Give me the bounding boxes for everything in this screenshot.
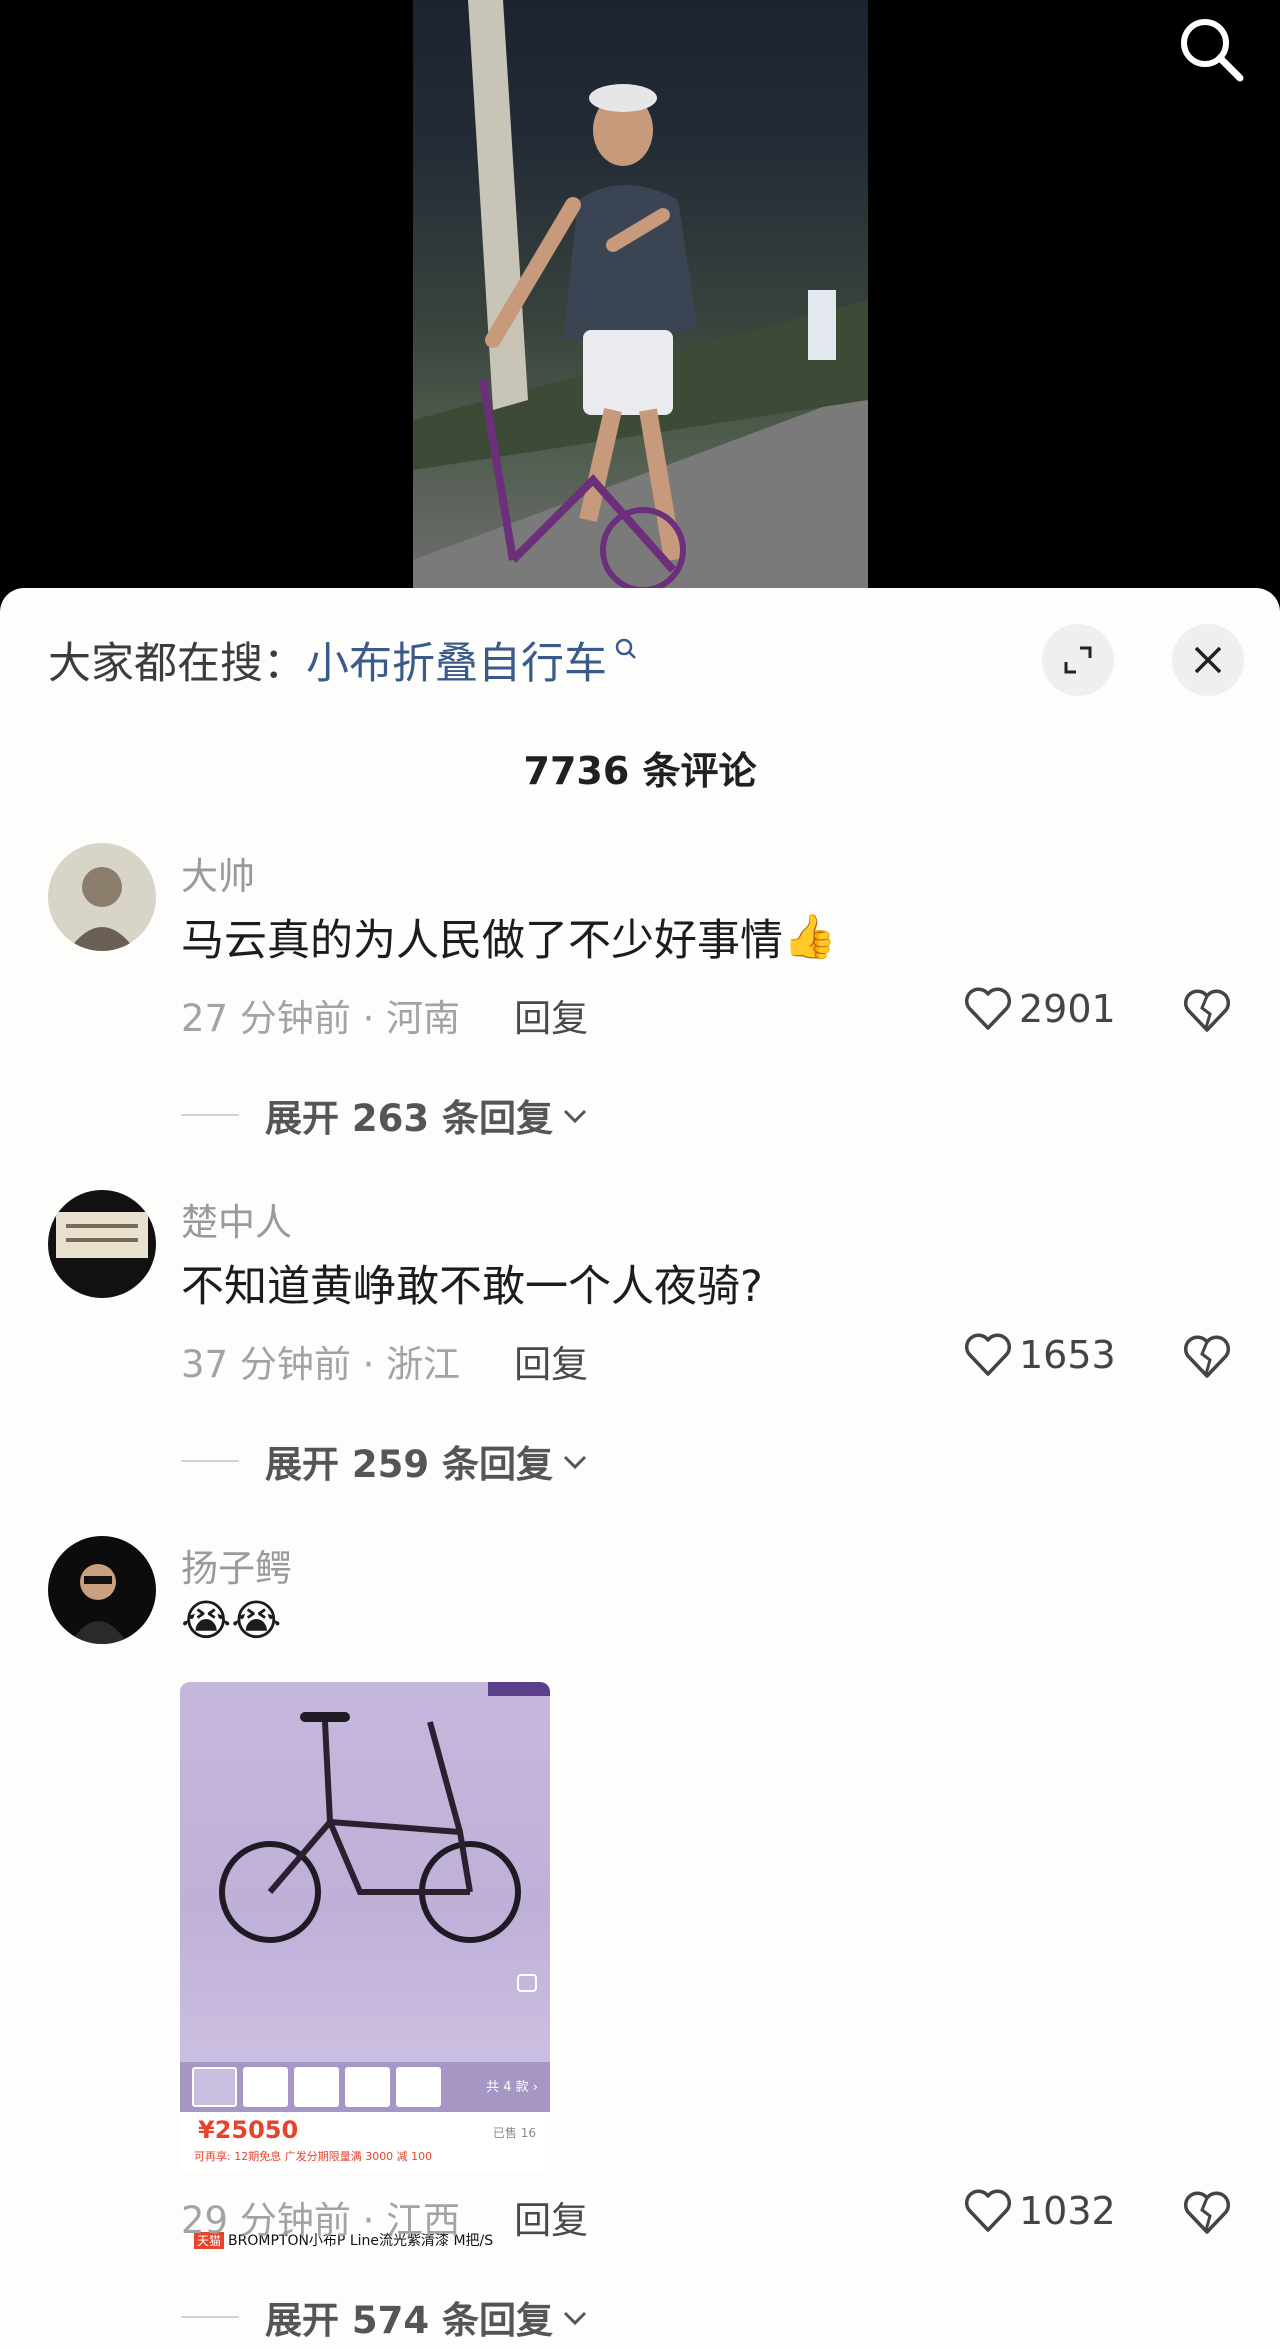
heart-icon xyxy=(964,2189,1012,2232)
reply-button[interactable]: 回复 xyxy=(514,988,588,1042)
broken-heart-icon xyxy=(1183,1335,1231,1378)
like-button[interactable]: 2901 xyxy=(963,986,1116,1032)
dislike-button[interactable] xyxy=(1182,2190,1232,2240)
like-count: 1653 xyxy=(1019,1333,1116,1377)
like-button[interactable]: 1032 xyxy=(963,2188,1116,2234)
product-promo: 可再享: 12期免息 广发分期限量满 3000 减 100 xyxy=(194,2150,433,2163)
product-thumbnail[interactable] xyxy=(294,2067,339,2107)
comment-text-body: 马云真的为人民做了不少好事情 xyxy=(181,916,783,966)
broken-heart-icon xyxy=(1183,2191,1231,2234)
comment-time-location: 27 分钟前 · 河南 xyxy=(181,997,461,1040)
expand-replies-label: 展开 259 条回复 xyxy=(265,1443,553,1486)
dislike-button[interactable] xyxy=(1182,1334,1232,1384)
thumbs-up-emoji: 👍 xyxy=(783,912,837,962)
comment-text: 不知道黄峥敢不敢一个人夜骑? xyxy=(181,1262,763,1312)
close-icon xyxy=(1194,646,1222,674)
comment-text: 马云真的为人民做了不少好事情 👍 xyxy=(181,906,837,968)
avatar[interactable] xyxy=(48,843,156,951)
product-price: ¥25050 xyxy=(198,2116,299,2144)
product-info: ¥25050 已售 16 可再享: 12期免息 广发分期限量满 3000 减 1… xyxy=(180,2112,550,2172)
comment-meta: 29 分钟前 · 江西 回复 xyxy=(181,2190,588,2244)
product-variant-count: 共 4 款 › xyxy=(486,2080,538,2095)
product-thumbnail[interactable] xyxy=(396,2067,441,2107)
like-count: 2901 xyxy=(1019,987,1116,1031)
like-button[interactable]: 1653 xyxy=(963,1332,1116,1378)
divider-line xyxy=(181,1114,239,1116)
heart-icon xyxy=(964,1333,1012,1376)
folding-bike-image xyxy=(219,1682,550,1992)
search-icon xyxy=(1181,19,1244,82)
search-suggestion-prefix: 大家都在搜： xyxy=(48,639,306,689)
chevron-down-icon xyxy=(563,1109,587,1124)
avatar[interactable] xyxy=(48,1190,156,1298)
comment-text: 😭😭 xyxy=(181,1596,282,1646)
divider-line xyxy=(181,1460,239,1462)
broken-heart-icon xyxy=(1183,989,1231,1032)
avatar[interactable] xyxy=(48,1536,156,1644)
divider-line xyxy=(181,2316,239,2318)
like-count: 1032 xyxy=(1019,2189,1116,2233)
comment-time-location: 29 分钟前 · 江西 xyxy=(181,2199,461,2242)
expand-replies[interactable]: 展开 263 条回复 xyxy=(181,1088,591,1142)
expand-replies-label: 展开 263 条回复 xyxy=(265,1097,553,1140)
product-thumbnail[interactable] xyxy=(192,2067,237,2107)
comment-time-location: 37 分钟前 · 浙江 xyxy=(181,1343,461,1386)
expand-replies[interactable]: 展开 259 条回复 xyxy=(181,1434,591,1488)
comment-username[interactable]: 大帅 xyxy=(181,846,255,900)
comment-username[interactable]: 扬子鳄 xyxy=(181,1538,292,1592)
search-small-icon xyxy=(615,638,636,659)
product-image[interactable]: 共 4 款 › ¥25050 已售 16 可再享: 12期免息 广发分期限量满 … xyxy=(180,1682,550,2172)
video-scene-image xyxy=(413,0,868,590)
expand-button[interactable] xyxy=(1042,624,1114,696)
video-frame[interactable] xyxy=(413,0,868,590)
product-sold-count: 已售 16 xyxy=(492,2126,536,2140)
reply-button[interactable]: 回复 xyxy=(514,1334,588,1388)
expand-replies[interactable]: 展开 574 条回复 xyxy=(181,2290,591,2344)
avatar-image xyxy=(48,1190,156,1298)
search-suggestion[interactable]: 大家都在搜： 小布折叠自行车 xyxy=(48,630,639,690)
search-button[interactable] xyxy=(1174,12,1250,88)
reply-button[interactable]: 回复 xyxy=(514,2190,588,2244)
chevron-down-icon xyxy=(563,1455,587,1470)
dislike-button[interactable] xyxy=(1182,988,1232,1038)
heart-icon xyxy=(964,987,1012,1030)
product-thumbnails[interactable]: 共 4 款 › xyxy=(180,2062,550,2112)
comment-sheet: 大家都在搜： 小布折叠自行车 7736 条评论 大帅 马云真的为人民做了不少好事… xyxy=(0,588,1280,2349)
product-thumbnail[interactable] xyxy=(243,2067,288,2107)
comment-meta: 27 分钟前 · 河南 回复 xyxy=(181,988,588,1042)
comment-meta: 37 分钟前 · 浙江 回复 xyxy=(181,1334,588,1388)
comment-count-title: 7736 条评论 xyxy=(523,749,757,793)
product-hero-image xyxy=(180,1682,550,2062)
chevron-down-icon xyxy=(563,2311,587,2326)
expand-icon xyxy=(1064,646,1092,674)
avatar-image xyxy=(48,843,156,951)
comment-username[interactable]: 楚中人 xyxy=(181,1192,292,1246)
close-button[interactable] xyxy=(1172,624,1244,696)
expand-replies-label: 展开 574 条回复 xyxy=(265,2299,553,2342)
search-suggestion-term[interactable]: 小布折叠自行车 xyxy=(306,629,607,691)
video-player[interactable] xyxy=(0,0,1280,590)
avatar-image xyxy=(48,1536,156,1644)
product-thumbnail[interactable] xyxy=(345,2067,390,2107)
